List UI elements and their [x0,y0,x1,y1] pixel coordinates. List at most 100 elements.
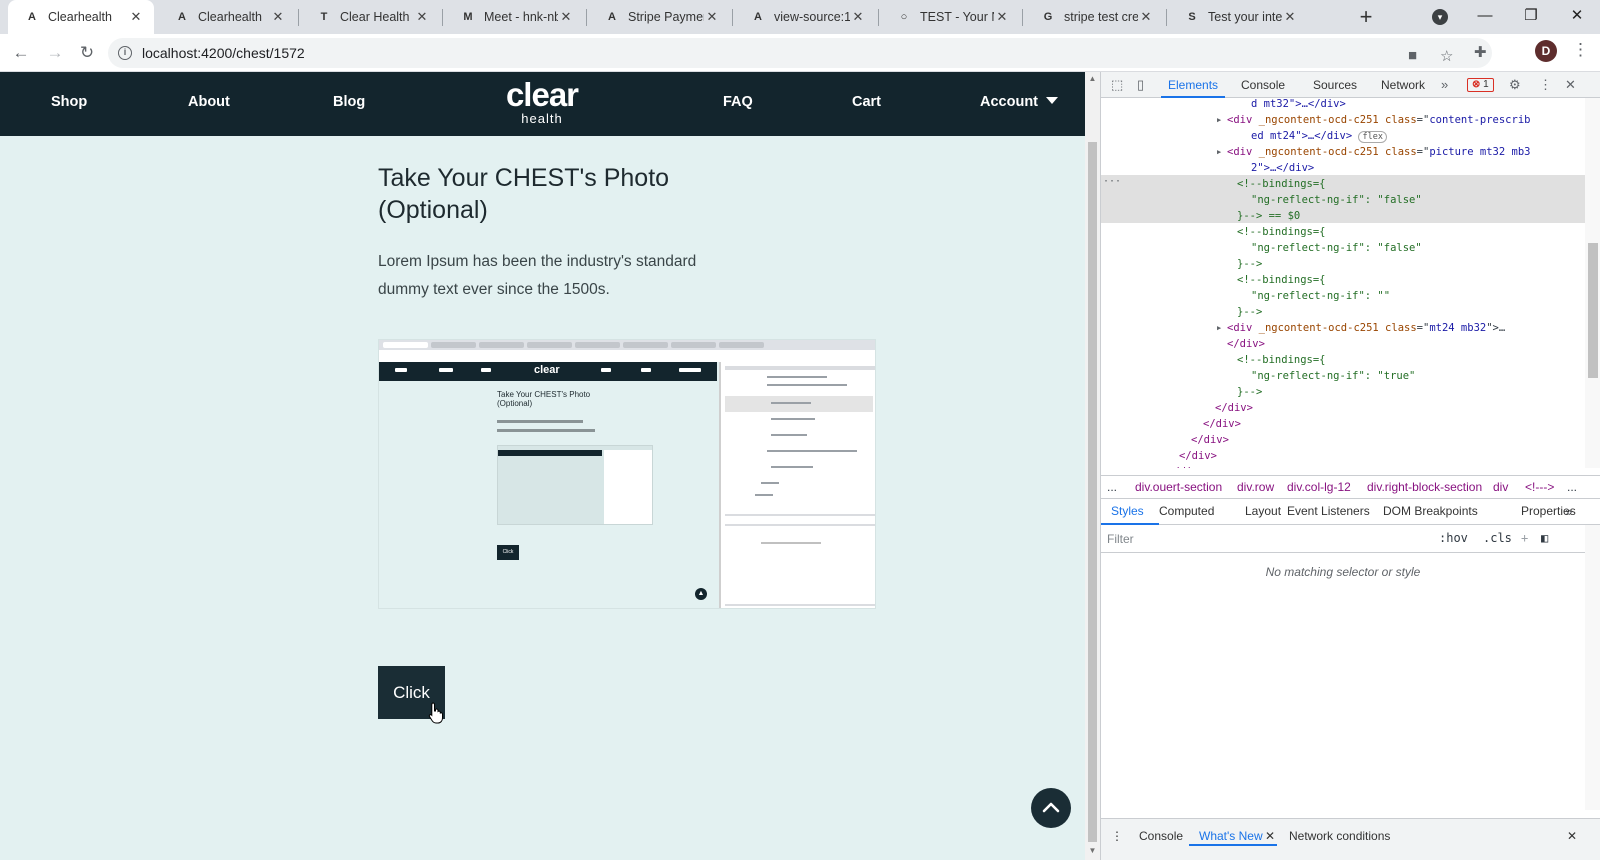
dom-node-line[interactable]: }--> == $0 [1237,208,1300,224]
styles-subtab[interactable]: Computed [1159,504,1214,518]
browser-tab[interactable]: Gstripe test credi✕ [1024,0,1164,34]
dom-node-line[interactable]: "ng-reflect-ng-if": "" [1251,288,1390,304]
camera-icon[interactable]: ■ [1408,47,1417,64]
breadcrumb-item[interactable]: ... [1567,480,1577,494]
dom-node-line[interactable]: }--> [1237,304,1262,320]
dom-tree[interactable]: ··· d mt32">…</div> ▶ <div _ngcontent-ocd-… [1101,98,1585,468]
devtools-tab-sources[interactable]: Sources [1313,72,1357,98]
tab-close-icon[interactable]: ✕ [1282,9,1298,25]
dom-node-line[interactable]: ▶ <div _ngcontent-ocd-c251 class="picture… [1217,144,1530,160]
scroll-down-arrow-icon[interactable]: ▼ [1088,846,1097,855]
tab-close-icon[interactable]: ✕ [270,9,286,25]
dom-node-line[interactable]: "ng-reflect-ng-if": "false" [1251,240,1422,256]
url-field[interactable]: i localhost:4200/chest/1572 ■ ☆ [108,38,1492,68]
dom-node-line[interactable]: ed mt24">…</div> flex [1251,128,1387,144]
dom-node-line[interactable]: ▶ <div _ngcontent-ocd-c251 class="mt24 mb… [1217,320,1505,336]
toggle-sidebar-icon[interactable]: ◧ [1541,531,1548,545]
dom-node-line[interactable]: </div> [1215,400,1253,416]
styles-subtab[interactable]: Styles [1111,504,1144,518]
close-whats-new-icon[interactable]: ✕ [1265,829,1275,843]
devtools-tab-console[interactable]: Console [1241,72,1285,98]
dom-node-line[interactable]: </div> [1203,416,1241,432]
tab-close-icon[interactable]: ✕ [1138,9,1154,25]
minimize-icon[interactable]: — [1462,0,1508,34]
browser-tab[interactable]: T Clear Health | Tr✕ [300,0,440,34]
styles-subtab[interactable]: Layout [1245,504,1281,518]
breadcrumb-item[interactable]: div.col-lg-12 [1287,480,1351,494]
bookmark-star-icon[interactable]: ☆ [1440,47,1453,65]
breadcrumb-item[interactable]: div.ouert-section [1135,480,1222,494]
styles-subtab[interactable]: Event Listeners [1287,504,1370,518]
dom-node-line[interactable]: <!--bindings={ [1237,224,1326,240]
styles-subtab[interactable]: Properties [1521,504,1576,518]
expand-arrow-icon[interactable]: ▶ [1217,320,1221,336]
browser-tab[interactable]: M Meet - hnk-nbu✕ [444,0,584,34]
restore-icon[interactable]: ❐ [1508,0,1554,34]
more-tabs-icon[interactable]: » [1441,77,1448,92]
nav-account[interactable]: Account [980,94,1058,110]
nav-about[interactable]: About [188,94,230,110]
nav-shop[interactable]: Shop [51,94,87,110]
back-icon[interactable]: ← [8,40,34,66]
dom-tree-scrollbar-thumb[interactable] [1588,243,1598,378]
dom-node-line[interactable]: }--> [1237,384,1262,400]
browser-tab[interactable]: A Clearhealth ✕ [158,0,296,34]
nav-cart[interactable]: Cart [852,94,881,110]
new-style-rule-icon[interactable]: + [1521,531,1528,545]
dom-node-line[interactable]: d mt32">…</div> [1251,98,1346,112]
drawer-tab-console[interactable]: Console [1139,829,1183,843]
tab-close-icon[interactable]: ✕ [128,9,144,25]
breadcrumb-item[interactable]: div.row [1237,480,1274,494]
expand-arrow-icon[interactable]: ▶ [1217,144,1221,160]
dom-tree-scrollbar[interactable] [1585,98,1600,468]
devtools-tab-elements[interactable]: Elements [1161,72,1226,98]
dom-node-line[interactable]: </div> [1191,432,1229,448]
page-scrollbar[interactable]: ▲ ▼ [1085,72,1100,860]
page-scrollbar-thumb[interactable] [1088,142,1097,842]
devtools-menu-icon[interactable]: ⋮ [1539,77,1552,93]
breadcrumb-item[interactable]: ... [1107,480,1117,494]
dom-node-line[interactable]: }--> [1237,256,1262,272]
settings-gear-icon[interactable]: ⚙ [1509,77,1521,93]
browser-tab[interactable]: ○ TEST - Your Nef✕ [880,0,1020,34]
forward-icon[interactable]: → [42,40,68,66]
site-info-icon[interactable]: i [118,46,132,60]
expand-arrow-icon[interactable]: ▶ [1217,112,1221,128]
close-drawer-icon[interactable]: ✕ [1567,829,1577,843]
scroll-up-arrow-icon[interactable]: ▲ [1088,74,1097,83]
dom-node-line[interactable]: </div> [1179,448,1217,464]
styles-filter-input[interactable]: Filter [1107,532,1134,546]
device-toolbar-icon[interactable]: ▯ [1137,77,1144,93]
dom-node-line[interactable]: ▶ <div _ngcontent-ocd-c251 class="content… [1217,112,1530,128]
breadcrumb-item[interactable]: div.right-block-section [1367,480,1482,494]
dom-node-line[interactable]: <!--bindings={ [1237,352,1326,368]
hov-toggle[interactable]: :hov [1439,531,1468,545]
browser-tab[interactable]: A Clearhealth ✕ [8,0,154,34]
browser-tab[interactable]: S Test your integr✕ [1168,0,1308,34]
profile-avatar[interactable]: D [1535,40,1557,62]
error-count-badge[interactable]: ⊗ 1 [1467,78,1494,92]
reload-icon[interactable]: ↻ [74,40,100,66]
scroll-to-top-button[interactable] [1031,788,1071,828]
breadcrumb-item[interactable]: div [1493,480,1508,494]
cls-toggle[interactable]: .cls [1483,531,1512,545]
drawer-menu-icon[interactable]: ⋮ [1111,829,1123,843]
inspect-element-icon[interactable]: ⬚ [1111,77,1123,93]
tab-search-icon[interactable]: ▾ [1432,9,1448,25]
dom-node-line[interactable]: </div> [1167,464,1205,468]
drawer-tab-whats-new[interactable]: What's New [1199,829,1263,843]
tab-close-icon[interactable]: ✕ [558,9,574,25]
chrome-menu-icon[interactable]: ⋮ [1572,40,1589,60]
site-logo[interactable]: clear health [496,78,588,126]
extensions-icon[interactable]: ✚ [1474,43,1487,61]
dom-node-line[interactable]: "ng-reflect-ng-if": "false" [1251,192,1422,208]
new-tab-button[interactable]: + [1352,4,1380,32]
nav-faq[interactable]: FAQ [723,94,753,110]
dom-node-line[interactable]: </div> [1227,336,1265,352]
tab-close-icon[interactable]: ✕ [704,9,720,25]
dom-node-line[interactable]: <!--bindings={ [1237,176,1326,192]
browser-tab[interactable]: A Stripe Payment✕ [588,0,730,34]
nav-blog[interactable]: Blog [333,94,365,110]
close-devtools-icon[interactable]: ✕ [1565,77,1576,93]
node-ellipsis-icon[interactable]: ··· [1103,176,1121,187]
